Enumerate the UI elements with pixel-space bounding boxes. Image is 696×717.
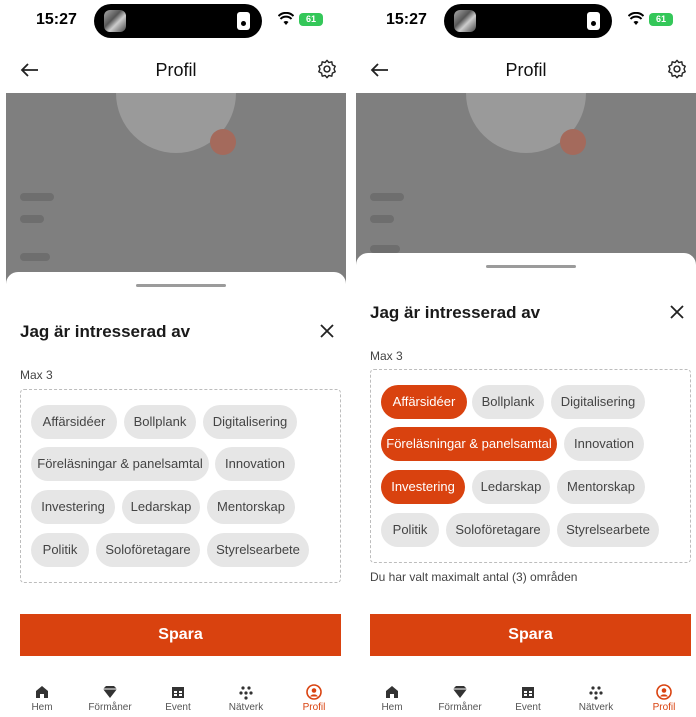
interest-chip[interactable]: Styrelsearbete xyxy=(557,513,659,547)
close-icon[interactable] xyxy=(666,301,688,323)
bottom-tab-bar: Hem Förmåner Event Nätverk Profil xyxy=(6,680,346,717)
interest-chip[interactable]: Politik xyxy=(381,513,439,547)
page-title: Profil xyxy=(155,60,197,80)
selection-limit-note: Du har valt maximalt antal (3) områden xyxy=(370,570,578,584)
status-time: 15:27 xyxy=(36,11,77,28)
tab-label: Profil xyxy=(302,702,326,713)
gear-icon[interactable] xyxy=(316,58,338,80)
tab-label: Förmåner xyxy=(438,702,482,713)
tab-label: Förmåner xyxy=(88,702,132,713)
interests-sheet: Jag är intresserad av Max 3 Affärsidéer … xyxy=(6,272,346,717)
battery-indicator: 61 xyxy=(299,13,323,26)
network-icon xyxy=(239,686,253,700)
interest-chip[interactable]: Digitalisering xyxy=(551,385,645,419)
max-label: Max 3 xyxy=(20,368,53,382)
interest-chip[interactable]: Föreläsningar & panelsamtal xyxy=(31,447,209,481)
sheet-grabber[interactable] xyxy=(486,265,576,268)
blurred-field-label xyxy=(20,253,50,261)
interest-chip[interactable]: Affärsidéer xyxy=(31,405,117,439)
calendar-icon xyxy=(172,687,184,698)
screen-max-selected: 15:27 61 Profil Jag är intresserad av Ma… xyxy=(356,0,696,717)
blurred-field-label xyxy=(370,245,400,253)
top-bar: Profil xyxy=(6,48,346,92)
interest-chip-group: Affärsidéer Bollplank Digitalisering För… xyxy=(370,369,691,563)
tab-home[interactable]: Hem xyxy=(8,680,76,717)
diamond-icon xyxy=(103,686,117,698)
tab-event[interactable]: Event xyxy=(144,680,212,717)
interest-chip[interactable]: Bollplank xyxy=(472,385,544,419)
interest-chip[interactable]: Digitalisering xyxy=(203,405,297,439)
interest-chip-selected[interactable]: Investering xyxy=(381,470,465,504)
tab-event[interactable]: Event xyxy=(494,680,562,717)
interests-sheet: Jag är intresserad av Max 3 Affärsidéer … xyxy=(356,253,696,717)
avatar-edit-badge xyxy=(560,129,586,155)
gear-icon[interactable] xyxy=(666,58,688,80)
tab-label: Nätverk xyxy=(228,702,264,713)
bottom-tab-bar: Hem Förmåner Event Nätverk Profil xyxy=(356,680,696,717)
speaker-icon xyxy=(237,12,250,30)
interest-chip-selected[interactable]: Affärsidéer xyxy=(381,385,467,419)
close-icon[interactable] xyxy=(316,320,338,342)
interest-chip-group: Affärsidéer Bollplank Digitalisering För… xyxy=(20,389,341,583)
tab-label: Hem xyxy=(381,702,403,713)
avatar-edit-badge xyxy=(210,129,236,155)
network-icon xyxy=(589,686,603,700)
interest-chip[interactable]: Innovation xyxy=(215,447,295,481)
save-button[interactable]: Spara xyxy=(370,614,691,656)
status-bar: 15:27 61 xyxy=(6,0,346,42)
dynamic-island xyxy=(444,4,612,38)
interest-chip[interactable]: Mentorskap xyxy=(207,490,295,524)
sheet-title: Jag är intresserad av xyxy=(20,322,191,341)
status-time: 15:27 xyxy=(386,11,427,28)
top-bar: Profil xyxy=(356,48,696,92)
interest-chip[interactable]: Soloföretagare xyxy=(96,533,200,567)
interest-chip[interactable]: Ledarskap xyxy=(472,470,550,504)
diamond-icon xyxy=(453,686,467,698)
home-icon xyxy=(36,686,48,698)
tab-home[interactable]: Hem xyxy=(358,680,426,717)
save-button[interactable]: Spara xyxy=(20,614,341,656)
tab-benefits[interactable]: Förmåner xyxy=(426,680,494,717)
status-bar: 15:27 61 xyxy=(356,0,696,42)
speaker-icon xyxy=(587,12,600,30)
tab-label: Event xyxy=(515,702,541,713)
page-title: Profil xyxy=(505,60,547,80)
wifi-icon xyxy=(278,12,294,25)
calendar-icon xyxy=(522,687,534,698)
wifi-icon xyxy=(628,12,644,25)
profile-icon xyxy=(656,684,672,700)
interest-chip[interactable]: Bollplank xyxy=(124,405,196,439)
tab-network[interactable]: Nätverk xyxy=(212,680,280,717)
now-playing-thumbnail xyxy=(454,10,476,32)
sheet-title: Jag är intresserad av xyxy=(370,303,541,322)
interest-chip-selected[interactable]: Föreläsningar & panelsamtal xyxy=(381,427,557,461)
battery-indicator: 61 xyxy=(649,13,673,26)
tab-label: Event xyxy=(165,702,191,713)
screen-before-selection: 15:27 61 Profil Jag är intresserad av Ma… xyxy=(6,0,346,717)
interest-chip[interactable]: Styrelsearbete xyxy=(207,533,309,567)
tab-profile[interactable]: Profil xyxy=(280,680,346,717)
max-label: Max 3 xyxy=(370,349,403,363)
sheet-grabber[interactable] xyxy=(136,284,226,287)
interest-chip[interactable]: Soloföretagare xyxy=(446,513,550,547)
blurred-field-label xyxy=(370,193,404,201)
interest-chip[interactable]: Investering xyxy=(31,490,115,524)
home-icon xyxy=(386,686,398,698)
tab-label: Nätverk xyxy=(578,702,614,713)
blurred-field-value xyxy=(370,215,394,223)
blurred-field-value xyxy=(20,215,44,223)
interest-chip[interactable]: Mentorskap xyxy=(557,470,645,504)
interest-chip[interactable]: Politik xyxy=(31,533,89,567)
tab-benefits[interactable]: Förmåner xyxy=(76,680,144,717)
tab-profile[interactable]: Profil xyxy=(630,680,696,717)
blurred-field-label xyxy=(20,193,54,201)
profile-icon xyxy=(306,684,322,700)
tab-network[interactable]: Nätverk xyxy=(562,680,630,717)
tab-label: Hem xyxy=(31,702,53,713)
interest-chip[interactable]: Ledarskap xyxy=(122,490,200,524)
now-playing-thumbnail xyxy=(104,10,126,32)
tab-label: Profil xyxy=(652,702,676,713)
interest-chip[interactable]: Innovation xyxy=(564,427,644,461)
dynamic-island xyxy=(94,4,262,38)
